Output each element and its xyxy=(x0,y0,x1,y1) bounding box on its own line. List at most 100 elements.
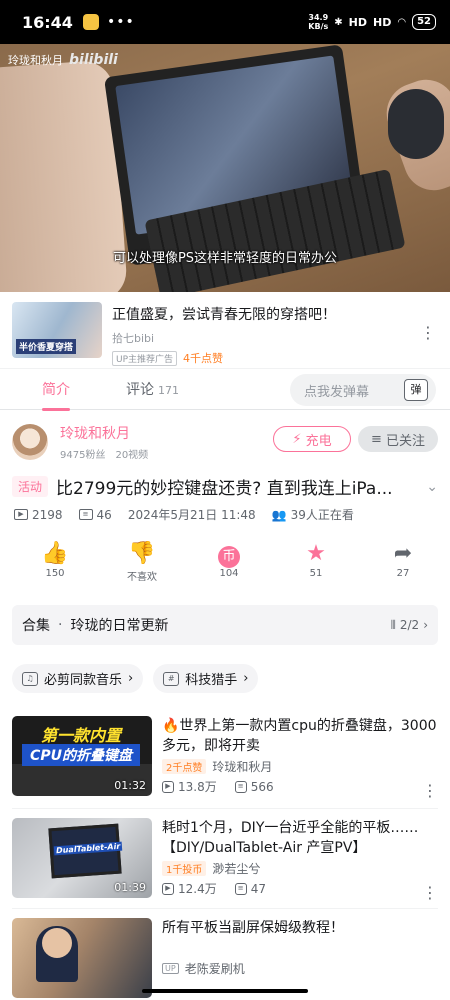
ad-thumbnail[interactable]: 半价香夏穿搭 xyxy=(12,302,102,358)
more-icon[interactable]: ⋮ xyxy=(422,783,438,799)
video-thumbnail[interactable]: 第一款内置 CPU的折叠键盘 01:32 xyxy=(12,716,152,796)
video-info: 所有平板当副屏保姆级教程！ UP 老陈爱刷机 xyxy=(162,918,438,1000)
video-title: 所有平板当副屏保姆级教程！ xyxy=(162,920,344,936)
chevron-right-icon: › xyxy=(243,671,249,686)
tab-comments[interactable]: 评论 171 xyxy=(126,379,179,399)
collection-progress: ⦀ 2/2 › xyxy=(390,617,428,633)
share-icon: ➦ xyxy=(393,541,413,566)
coin-button[interactable]: 币 104 xyxy=(204,540,254,590)
ad-more-icon[interactable]: ⋮ xyxy=(418,325,438,368)
comments-count: 171 xyxy=(158,384,179,397)
publish-date: 2024年5月21日 11:48 xyxy=(127,508,256,522)
video-watermark: 玲珑和秋月 bilibili xyxy=(8,52,118,68)
battery-icon: 52 xyxy=(412,14,436,30)
more-notifications-icon: ••• xyxy=(106,14,135,30)
chevron-right-icon: › xyxy=(423,618,428,632)
recommended-video[interactable]: 第一款内置 CPU的折叠键盘 01:32 🔥世界上第一款内置cpu的折叠键盘，3… xyxy=(12,716,438,800)
video-author: 玲珑和秋月 xyxy=(212,760,273,774)
chevron-right-icon: › xyxy=(128,671,134,686)
ad-card[interactable]: 半价香夏穿搭 正值盛夏，尝试青春无限的穿搭吧！ 拾七bibi UP主推荐广告 4… xyxy=(0,292,450,368)
video-subtitle: 可以处理像PS这样非常轻度的日常办公 xyxy=(112,251,338,266)
bilibili-logo: bilibili xyxy=(69,52,118,68)
chip-music[interactable]: ♫ 必剪同款音乐 › xyxy=(12,664,144,693)
divider xyxy=(12,908,438,909)
tab-intro[interactable]: 简介 xyxy=(42,379,70,411)
video-thumbnail[interactable]: DualTablet-Air 01:39 xyxy=(12,818,152,898)
recommended-video[interactable]: 所有平板当副屏保姆级教程！ UP 老陈爱刷机 xyxy=(12,918,438,1000)
ad-title[interactable]: 正值盛夏，尝试青春无限的穿搭吧！ xyxy=(112,304,418,324)
video-author: 老陈爱刷机 xyxy=(184,962,245,976)
chip-topic[interactable]: # 科技猎手 › xyxy=(153,664,259,693)
hashtag-icon: # xyxy=(163,671,180,686)
watching-count: 39人正在看 xyxy=(290,508,354,522)
notification-app-icon xyxy=(82,14,99,30)
signal-icon-2: HD xyxy=(373,15,392,29)
ad-info: 正值盛夏，尝试青春无限的穿搭吧！ 拾七bibi UP主推荐广告 4千点赞 xyxy=(112,302,418,368)
play-count-icon: ▶ xyxy=(162,882,174,895)
play-count-icon: ▶ xyxy=(162,780,174,793)
watching-icon: 👥 xyxy=(271,507,287,522)
home-indicator[interactable] xyxy=(142,989,308,993)
bluetooth-icon: ✱ xyxy=(334,16,343,28)
action-bar: 👍 150 👎 不喜欢 币 104 ★ 51 ➦ 27 xyxy=(12,540,438,590)
danmaku-count: 46 xyxy=(96,507,112,522)
video-badge: 2千点赞 xyxy=(162,759,207,774)
video-meta: ▶ 2198 ≡ 46 2024年5月21日 11:48 👥 39人正在看 xyxy=(14,506,354,523)
danmaku-icon: ≡ xyxy=(78,509,93,520)
like-button[interactable]: 👍 150 xyxy=(30,540,80,590)
uploader-name[interactable]: 玲珑和秋月 xyxy=(60,423,148,443)
video-duration: 01:39 xyxy=(114,881,146,894)
collection-name: 玲珑的日常更新 xyxy=(70,618,169,634)
view-count: 2198 xyxy=(32,507,63,522)
ad-author: 拾七bibi xyxy=(112,332,155,345)
video-frame-mouse xyxy=(388,89,444,159)
status-time: 16:44 xyxy=(22,12,73,32)
thumbs-up-icon: 👍 xyxy=(41,541,69,566)
danmu-toggle-icon[interactable]: 弹 xyxy=(404,379,428,401)
star-icon: ★ xyxy=(306,541,326,566)
dislike-button[interactable]: 👎 不喜欢 xyxy=(117,540,167,590)
follow-button[interactable]: ≡ 已关注 xyxy=(358,426,438,452)
video-title: 🔥世界上第一款内置cpu的折叠键盘，3000多元，即将开卖 xyxy=(162,718,437,754)
more-icon[interactable]: ⋮ xyxy=(422,885,438,901)
detail-tabs: 简介 评论 171 点我发弹幕 弹 xyxy=(0,368,450,411)
play-count-icon: ▶ xyxy=(14,509,28,520)
video-thumbnail[interactable] xyxy=(12,918,152,998)
net-speed: 34.9 KB/s xyxy=(308,13,329,31)
avatar[interactable] xyxy=(12,424,48,460)
chevron-down-icon[interactable]: ⌄ xyxy=(426,479,438,495)
video-player[interactable]: 玲珑和秋月 bilibili 可以处理像PS这样非常轻度的日常办公 xyxy=(0,44,450,292)
video-info: 耗时1个月，DIY一台近乎全能的平板……【DIY/DualTablet-Air … xyxy=(162,820,438,902)
activity-tag[interactable]: 活动 xyxy=(12,476,49,497)
coin-icon: 币 xyxy=(218,546,240,568)
video-title-row: 活动 比2799元的妙控键盘还贵? 直到我连上iPa... ⌄ xyxy=(12,474,438,499)
favorite-button[interactable]: ★ 51 xyxy=(291,540,341,590)
share-button[interactable]: ➦ 27 xyxy=(378,540,428,590)
ad-tag: UP主推荐广告 xyxy=(112,350,178,366)
danmu-input[interactable]: 点我发弹幕 弹 xyxy=(290,374,436,406)
divider xyxy=(12,808,438,809)
video-badge: 1千投币 xyxy=(162,861,207,876)
collection-row[interactable]: 合集 · 玲珑的日常更新 ⦀ 2/2 › xyxy=(12,605,438,645)
lightning-icon: ⚡ xyxy=(292,431,302,447)
recommended-video[interactable]: DualTablet-Air 01:39 耗时1个月，DIY一台近乎全能的平板…… xyxy=(12,818,438,902)
video-duration: 01:32 xyxy=(114,779,146,792)
status-right: 34.9 KB/s ✱ HD HD ◠ 52 xyxy=(308,13,436,31)
video-title: 耗时1个月，DIY一台近乎全能的平板……【DIY/DualTablet-Air … xyxy=(162,820,419,856)
music-icon: ♫ xyxy=(22,671,38,686)
wifi-icon: ◠ xyxy=(397,16,407,28)
collection-label: 合集 xyxy=(22,618,50,634)
uploader-row: 玲珑和秋月 9475粉丝 20视频 ⚡ 充电 ≡ 已关注 xyxy=(12,420,438,464)
list-icon: ⦀ xyxy=(390,617,396,632)
uploader-info: 玲珑和秋月 9475粉丝 20视频 xyxy=(60,423,148,461)
tag-chips: ♫ 必剪同款音乐 › # 科技猎手 › xyxy=(12,664,259,693)
uploader-stats: 9475粉丝 20视频 xyxy=(60,450,149,461)
thumbs-down-icon: 👎 xyxy=(128,541,156,566)
signal-icon-1: HD xyxy=(348,15,367,29)
video-author: 渺若尘兮 xyxy=(212,862,261,876)
danmaku-icon: ≡ xyxy=(234,780,247,793)
danmaku-icon: ≡ xyxy=(234,882,247,895)
video-info: 🔥世界上第一款内置cpu的折叠键盘，3000多元，即将开卖 2千点赞 玲珑和秋月… xyxy=(162,718,438,800)
charge-button[interactable]: ⚡ 充电 xyxy=(273,426,351,452)
up-badge: UP xyxy=(162,963,179,974)
